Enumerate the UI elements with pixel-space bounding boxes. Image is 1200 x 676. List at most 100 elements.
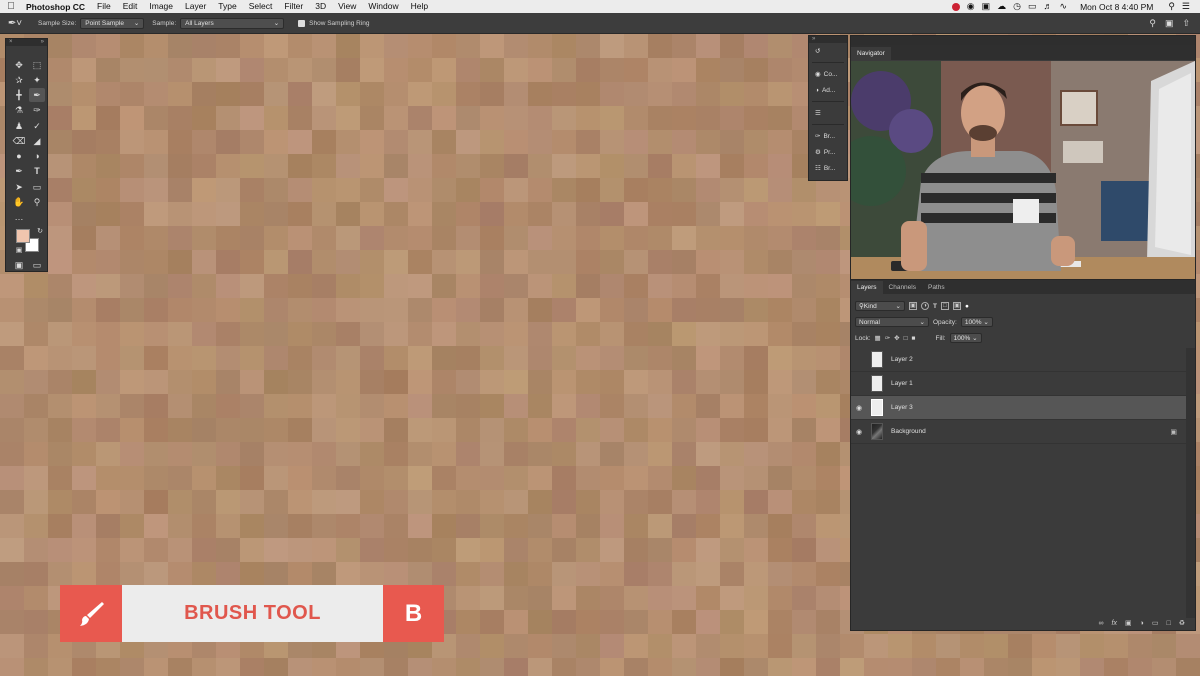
navigator-preview[interactable] [851, 61, 1195, 279]
tab-navigator[interactable]: Navigator [851, 47, 891, 60]
filter-type-icon[interactable]: T [933, 303, 937, 310]
magic-wand-tool-icon[interactable]: ✦ [29, 73, 45, 87]
pen-tool-icon[interactable]: ✒ [11, 164, 27, 178]
panel-ruler[interactable]: ☰ [809, 105, 847, 121]
layer-row[interactable]: Layer 1 [851, 372, 1187, 396]
screen-icon[interactable]: ▣ [982, 0, 991, 13]
creative-cloud-icon[interactable]: ◉ [967, 0, 975, 13]
panel-brushes[interactable]: ☷ Br... [809, 160, 847, 176]
brush-tool-icon[interactable]: ✑ [29, 103, 45, 117]
eraser-tool-icon[interactable]: ⌫ [11, 134, 27, 148]
menu-help[interactable]: Help [405, 0, 434, 13]
spotlight-icon[interactable]: ⚲ [1168, 0, 1175, 13]
hand-tool-icon[interactable]: ✋ [11, 195, 27, 209]
share-icon[interactable]: ⇧ [1182, 18, 1190, 29]
volume-icon[interactable]: ♬ [1044, 0, 1053, 13]
shape-tool-icon[interactable]: ▭ [29, 180, 45, 194]
collapse-icon[interactable]: × [9, 39, 13, 46]
menu-view[interactable]: View [332, 0, 362, 13]
menu-layer[interactable]: Layer [179, 0, 212, 13]
filter-shape-icon[interactable]: □ [940, 302, 949, 310]
lock-position-icon[interactable]: ✥ [894, 334, 899, 342]
record-icon[interactable] [951, 2, 960, 11]
menu-app-name[interactable]: Photoshop CC [22, 2, 91, 12]
filter-pixel-icon[interactable]: ▣ [909, 302, 917, 310]
link-icon[interactable]: ∞ [1099, 620, 1104, 627]
panel-color[interactable]: ◉ Co... [809, 66, 847, 82]
filter-smart-object-icon[interactable]: ▣ [952, 302, 961, 310]
menu-type[interactable]: Type [212, 0, 242, 13]
tab-channels[interactable]: Channels [883, 281, 922, 294]
eyedropper-tool-icon[interactable]: ✒ [29, 88, 45, 102]
lasso-tool-icon[interactable]: ✰ [11, 73, 27, 87]
eye-icon[interactable]: ◉ [851, 404, 867, 412]
panel-properties[interactable]: ⚙ Pr... [809, 144, 847, 160]
sample-select[interactable]: All Layers ⌄ [180, 17, 285, 29]
mask-icon[interactable]: ▣ [1125, 619, 1132, 627]
eyedropper-icon[interactable]: ✒˅ [0, 18, 30, 29]
new-layer-icon[interactable]: □ [1166, 620, 1170, 627]
filter-adjustment-icon[interactable]: ◑ [921, 302, 929, 310]
default-colors-icon[interactable]: ▣ [11, 244, 27, 258]
layer-row[interactable]: Layer 2 [851, 348, 1187, 372]
adjustment-layer-icon[interactable]: ◑ [1140, 620, 1144, 627]
layer-row-selected[interactable]: ◉ Layer 3 [851, 396, 1187, 420]
clock[interactable]: Mon Oct 8 4:40 PM [1080, 2, 1153, 12]
blend-mode-select[interactable]: Normal ⌄ [855, 317, 929, 327]
marquee-tool-icon[interactable]: ⬚ [29, 58, 45, 72]
path-selection-tool-icon[interactable]: ➤ [11, 180, 27, 194]
swap-colors-icon[interactable]: ↻ [32, 225, 48, 239]
stamp-tool-icon[interactable]: ♟ [11, 119, 27, 133]
menu-select[interactable]: Select [243, 0, 279, 13]
zoom-tool-icon[interactable]: ⚲ [29, 195, 45, 209]
blur-tool-icon[interactable]: ● [11, 149, 27, 163]
gradient-tool-icon[interactable]: ◢ [29, 134, 45, 148]
notification-center-icon[interactable]: ☰ [1182, 0, 1190, 13]
history-brush-tool-icon[interactable]: ✓ [29, 119, 45, 133]
navigator-panel-header[interactable] [851, 36, 1195, 45]
apple-icon[interactable]:  [0, 1, 22, 12]
layer-row[interactable]: ◉ Background ▣ [851, 420, 1187, 444]
fill-field[interactable]: 100% ⌄ [949, 333, 982, 343]
workspace-icon[interactable]: ▣ [1165, 18, 1174, 29]
panel-brush-settings[interactable]: ✑ Br... [809, 128, 847, 144]
panel-history[interactable]: ↺ [809, 43, 847, 59]
opacity-field[interactable]: 100% ⌄ [960, 317, 993, 327]
sampling-ring-checkbox[interactable] [298, 19, 306, 27]
move-tool-icon[interactable]: ✥ [11, 58, 27, 72]
group-icon[interactable]: ▭ [1152, 619, 1159, 627]
cloud-icon[interactable]: ☁ [997, 0, 1006, 13]
filter-toggle-icon[interactable]: ● [965, 303, 969, 310]
tab-layers[interactable]: Layers [851, 281, 883, 294]
lock-artboard-icon[interactable]: □ [904, 335, 908, 342]
panel-collapse-icon[interactable]: » [809, 36, 847, 43]
search-icon[interactable]: ⚲ [1149, 18, 1156, 29]
lock-image-icon[interactable]: ✑ [885, 334, 890, 342]
menu-file[interactable]: File [91, 0, 117, 13]
panel-adjustments[interactable]: ◑ Ad... [809, 82, 847, 98]
screen-mode-icon[interactable]: ▭ [29, 258, 45, 272]
quick-mask-icon[interactable]: ▣ [11, 258, 27, 272]
menu-filter[interactable]: Filter [278, 0, 309, 13]
sample-size-select[interactable]: Point Sample ⌄ [80, 17, 145, 29]
display-icon[interactable]: ▭ [1028, 0, 1037, 13]
crop-tool-icon[interactable]: ╋ [11, 88, 27, 102]
wifi-icon[interactable]: ∿ [1060, 0, 1068, 13]
lock-all-icon[interactable]: ■ [912, 335, 916, 342]
type-tool-icon[interactable]: T [29, 164, 45, 178]
menu-image[interactable]: Image [143, 0, 179, 13]
eye-icon[interactable]: ◉ [851, 428, 867, 436]
lock-transparent-icon[interactable]: ▦ [875, 334, 881, 342]
trash-icon[interactable]: ♻ [1179, 619, 1185, 627]
menu-3d[interactable]: 3D [309, 0, 332, 13]
fx-icon[interactable]: fx [1112, 620, 1117, 627]
layers-scrollbar[interactable] [1186, 348, 1195, 618]
timemachine-icon[interactable]: ◷ [1013, 0, 1021, 13]
layer-filter-select[interactable]: ⚲Kind ⌄ [855, 301, 905, 311]
menu-edit[interactable]: Edit [117, 0, 144, 13]
menu-window[interactable]: Window [362, 0, 404, 13]
dodge-tool-icon[interactable]: ◑ [29, 149, 45, 163]
tab-paths[interactable]: Paths [922, 281, 951, 294]
foreground-color-swatch[interactable] [16, 229, 30, 243]
more-tools-icon[interactable]: … [11, 210, 27, 224]
